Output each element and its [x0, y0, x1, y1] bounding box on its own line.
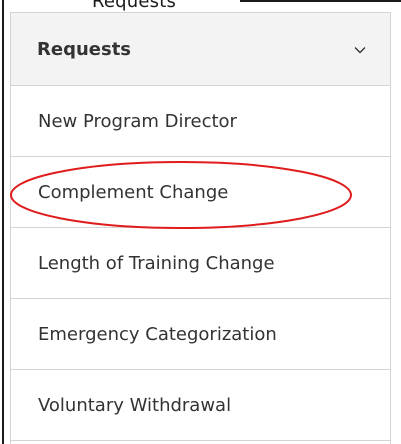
requests-panel-header[interactable]: Requests	[11, 13, 390, 86]
menu-item-emergency-categorization[interactable]: Emergency Categorization	[11, 299, 390, 370]
menu-item-label: Complement Change	[38, 181, 229, 203]
menu-item-label: New Program Director	[38, 110, 237, 132]
top-border-line	[240, 0, 401, 2]
menu-item-label: Voluntary Withdrawal	[38, 394, 232, 416]
left-border-line	[2, 0, 4, 444]
requests-panel: Requests New Program Director Complement…	[10, 12, 391, 444]
menu-item-complement-change[interactable]: Complement Change	[11, 157, 390, 228]
menu-item-length-of-training-change[interactable]: Length of Training Change	[11, 228, 390, 299]
menu-item-new-program-director[interactable]: New Program Director	[11, 86, 390, 157]
menu-item-voluntary-withdrawal[interactable]: Voluntary Withdrawal	[11, 370, 390, 441]
chevron-down-icon[interactable]	[353, 42, 367, 56]
menu-item-label: Emergency Categorization	[38, 323, 277, 345]
panel-title: Requests	[37, 38, 132, 60]
cropped-heading-text: Requests	[92, 0, 177, 12]
menu-item-label: Length of Training Change	[38, 252, 275, 274]
page: Requests Requests New Program Director C…	[0, 0, 401, 444]
